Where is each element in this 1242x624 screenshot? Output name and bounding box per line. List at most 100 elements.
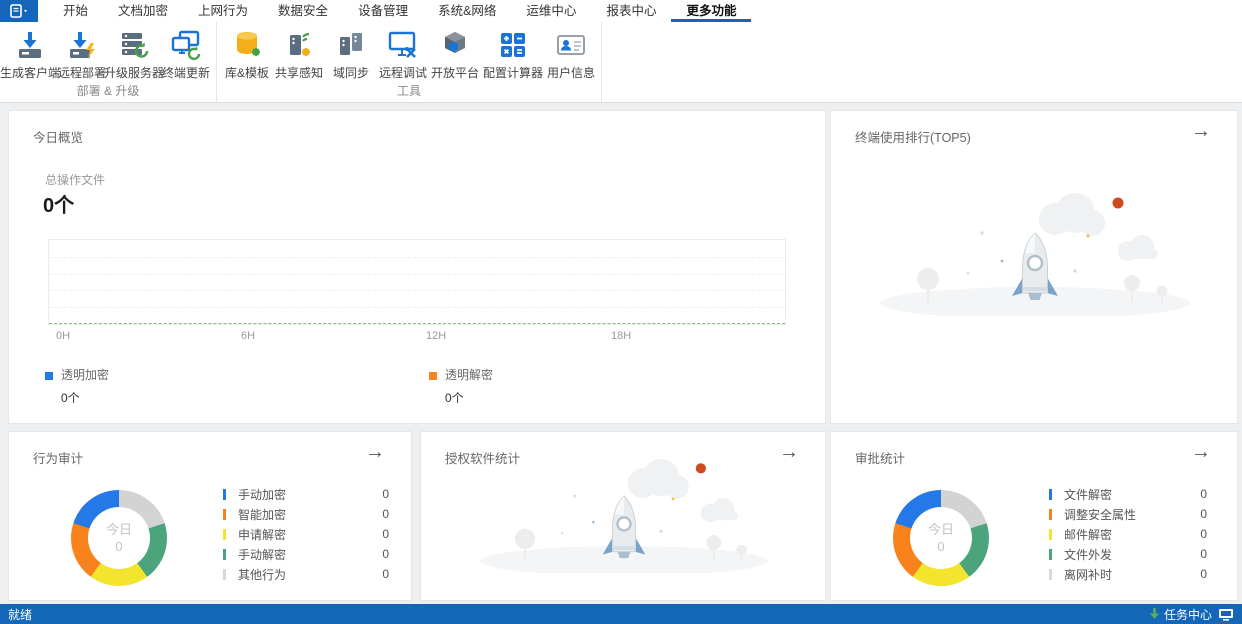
legend-value: 0: [382, 547, 389, 561]
ribbon-group-label: 工具: [221, 81, 597, 102]
user-card-icon: [554, 28, 588, 62]
empty-state-rocket-illustration: [459, 448, 789, 573]
legend-marker: [223, 569, 226, 580]
donut-center-label: 今日: [106, 521, 132, 538]
tab-home[interactable]: 开始: [48, 0, 103, 22]
tab-doc-encryption[interactable]: 文档加密: [103, 0, 183, 22]
user-info-button[interactable]: 用户信息: [545, 26, 597, 81]
tab-device-management[interactable]: 设备管理: [343, 0, 423, 22]
library-template-button[interactable]: 库&模板: [221, 26, 273, 81]
total-files-value: 0个: [43, 189, 74, 218]
app-menu-button[interactable]: [0, 0, 38, 22]
remote-debug-button[interactable]: 远程调试: [377, 26, 429, 81]
legend-row: 手动加密0: [223, 484, 389, 504]
tab-report-center[interactable]: 报表中心: [591, 0, 671, 22]
button-label: 终端更新: [162, 64, 210, 81]
approval-stats-card: 审批统计 → 今日 0 文件解密0 调整安全属性0 邮件解密0 文件外发0 离网…: [830, 431, 1238, 601]
server-refresh-icon: [117, 28, 151, 62]
donut-center-label: 今日: [928, 521, 954, 538]
terminal-update-button[interactable]: 终端更新: [160, 26, 212, 81]
computer-status-icon[interactable]: [1218, 608, 1234, 621]
legend-marker: [45, 372, 53, 380]
empty-state-rocket-illustration: [870, 181, 1200, 316]
legend-value: 0个: [445, 389, 493, 406]
legend-marker: [1049, 549, 1052, 560]
ribbon-group-tools: 库&模板 共享感知: [217, 22, 602, 102]
legend-transparent-encrypt: 透明加密 0个: [45, 366, 109, 406]
terminal-ranking-card: 终端使用排行(TOP5) →: [830, 110, 1238, 424]
legend-label: 离网补时: [1064, 566, 1112, 583]
task-center-label: 任务中心: [1164, 606, 1212, 623]
button-label: 库&模板: [225, 64, 269, 81]
share-awareness-icon: [282, 28, 316, 62]
tab-more-features[interactable]: 更多功能: [671, 0, 751, 22]
legend-value: 0: [1200, 547, 1207, 561]
card-title: 行为审计: [33, 448, 83, 467]
behavior-donut-chart: 今日 0: [71, 490, 167, 586]
legend-row: 智能加密 0: [223, 504, 389, 524]
open-platform-button[interactable]: 开放平台: [429, 26, 481, 81]
donut-center-value: 0: [937, 538, 944, 555]
card-title: 今日概览: [33, 127, 83, 146]
legend-marker: [223, 489, 226, 500]
legend-value: 0个: [61, 389, 109, 406]
open-detail-arrow[interactable]: →: [1191, 442, 1211, 462]
legend-value: 0: [382, 507, 389, 521]
legend-value: 0: [382, 527, 389, 541]
tab-system-network[interactable]: 系统&网络: [423, 0, 511, 22]
x-tick-6h: 6H: [241, 330, 255, 342]
button-label: 远程调试: [379, 64, 427, 81]
button-label: 升级服务器: [104, 64, 164, 81]
legend-transparent-decrypt: 透明解密 0个: [429, 366, 493, 406]
client-download-icon: [13, 28, 47, 62]
legend-row: 手动解密0: [223, 544, 389, 564]
terminal-refresh-icon: [169, 28, 203, 62]
tab-web-behavior[interactable]: 上网行为: [183, 0, 263, 22]
domain-sync-icon: [334, 28, 368, 62]
app-window: 开始 文档加密 上网行为 数据安全 设备管理 系统&网络 运维中心 报表中心 更…: [0, 0, 1242, 624]
domain-sync-button[interactable]: 域同步: [325, 26, 377, 81]
legend-label: 透明加密: [61, 368, 109, 382]
button-label: 共享感知: [275, 64, 323, 81]
open-platform-icon: [438, 28, 472, 62]
legend-marker: [1049, 529, 1052, 540]
button-label: 用户信息: [547, 64, 595, 81]
legend-row: 邮件解密 0: [1049, 524, 1207, 544]
legend-marker: [1049, 509, 1052, 520]
tab-ops-center[interactable]: 运维中心: [511, 0, 591, 22]
status-bar: 就绪 任务中心: [0, 604, 1242, 624]
deploy-lightning-icon: [65, 28, 99, 62]
x-tick-0h: 0H: [56, 330, 70, 342]
open-detail-arrow[interactable]: →: [1191, 121, 1211, 141]
legend-row: 申请解密 0: [223, 524, 389, 544]
dashboard-content: 今日概览 总操作文件 0个 0H 6H 12H 18H 透明加密 0个 透明解密…: [0, 103, 1242, 604]
config-calculator-button[interactable]: 配置计算器: [481, 26, 545, 81]
button-label: 生成客户端: [0, 64, 60, 81]
upgrade-server-button[interactable]: 升级服务器: [108, 26, 160, 81]
legend-label: 其他行为: [238, 566, 286, 583]
behavior-legend: 手动加密0 智能加密0 申请解密0 手动解密0 其他行为0: [223, 484, 389, 584]
legend-label: 文件解密: [1064, 486, 1112, 503]
legend-value: 0: [1200, 487, 1207, 501]
open-detail-arrow[interactable]: →: [365, 442, 385, 462]
task-center-button[interactable]: 任务中心: [1149, 606, 1212, 623]
ribbon-group-deploy-upgrade: 生成客户端 远程部署: [0, 22, 217, 102]
legend-label: 邮件解密: [1064, 526, 1112, 543]
generate-client-button[interactable]: 生成客户端: [4, 26, 56, 81]
legend-row: 文件外发0: [1049, 544, 1207, 564]
legend-label: 透明解密: [445, 368, 493, 382]
x-tick-12h: 12H: [426, 330, 446, 342]
button-label: 远程部署: [58, 64, 106, 81]
remote-deploy-button[interactable]: 远程部署: [56, 26, 108, 81]
legend-value: 0: [1200, 527, 1207, 541]
legend-label: 申请解密: [238, 526, 286, 543]
zero-data-line: [49, 323, 785, 324]
share-awareness-button[interactable]: 共享感知: [273, 26, 325, 81]
remote-debug-icon: [386, 28, 420, 62]
tab-data-security[interactable]: 数据安全: [263, 0, 343, 22]
tab-list: 开始 文档加密 上网行为 数据安全 设备管理 系统&网络 运维中心 报表中心 更…: [48, 0, 751, 22]
legend-row: 离网补时0: [1049, 564, 1207, 584]
legend-row: 其他行为0: [223, 564, 389, 584]
calculator-icon: [496, 28, 530, 62]
legend-label: 智能加密: [238, 506, 286, 523]
